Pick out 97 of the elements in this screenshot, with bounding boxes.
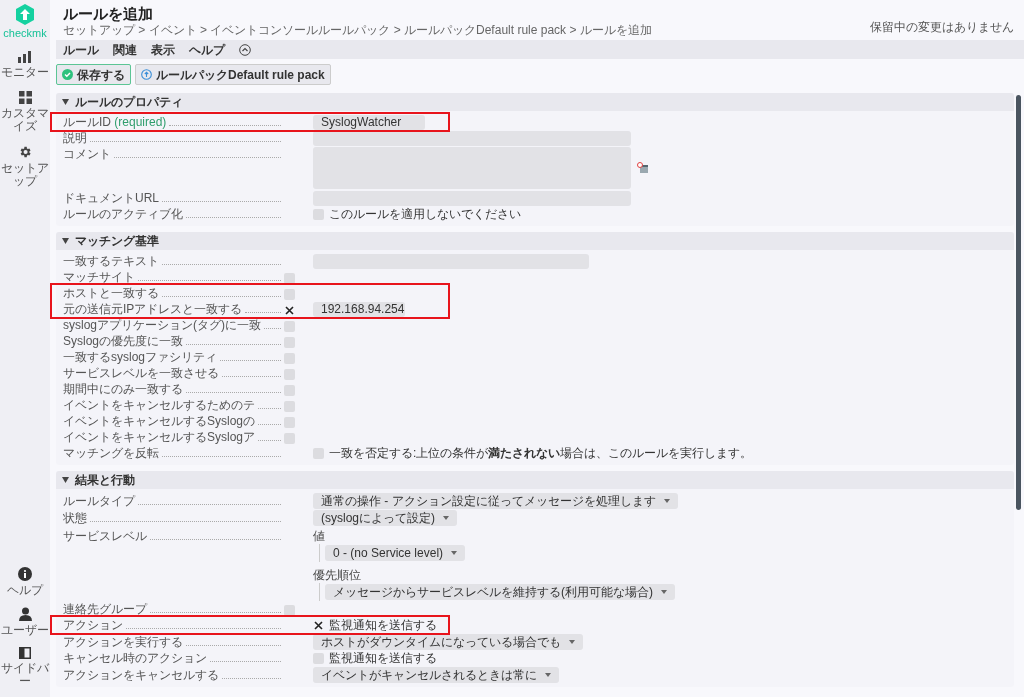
- menu-item[interactable]: 表示: [151, 40, 175, 59]
- field-label: イベントをキャンセルするためのテ: [63, 398, 255, 412]
- field-label: イベントをキャンセルするSyslogの: [63, 414, 256, 428]
- checkbox[interactable]: [284, 433, 295, 444]
- dropdown[interactable]: 通常の操作 - アクション設定に従ってメッセージを処理します: [313, 492, 678, 509]
- checkbox[interactable]: [313, 208, 324, 220]
- rule-pack-button[interactable]: ルールパックDefault rule pack: [135, 64, 331, 85]
- sub-label: 値: [313, 529, 325, 544]
- section-title: マッチング基準: [75, 234, 159, 248]
- menu-item[interactable]: 関連: [113, 40, 137, 59]
- nav-item[interactable]: モニター: [0, 47, 50, 82]
- caret-icon: [661, 590, 667, 594]
- checkbox[interactable]: [313, 619, 324, 631]
- collapse-icon[interactable]: [239, 43, 251, 56]
- checkbox[interactable]: [284, 417, 295, 428]
- field-label: 状態: [63, 510, 87, 525]
- checkbox[interactable]: [284, 353, 295, 364]
- dropdown[interactable]: (syslogによって設定): [313, 509, 457, 526]
- menu-item[interactable]: ルール: [63, 40, 99, 59]
- section-header[interactable]: マッチング基準: [56, 232, 1014, 250]
- nav-item[interactable]: カスタマイズ: [0, 87, 50, 136]
- up-arrow-icon: [141, 69, 152, 80]
- nav-item[interactable]: ヘルプ: [0, 564, 50, 600]
- caret-icon: [545, 672, 551, 677]
- check-icon: [62, 69, 73, 80]
- checkbox[interactable]: [284, 369, 295, 380]
- dropdown[interactable]: イベントがキャンセルされるときは常に: [313, 666, 559, 683]
- caret-icon: [443, 515, 449, 520]
- field-label: 連絡先グループ: [63, 602, 147, 616]
- checkbox[interactable]: [284, 337, 295, 348]
- checkbox-label: このルールを適用しないでください: [329, 207, 521, 221]
- field-label: サービスレベルを一致させる: [63, 366, 219, 380]
- checkbox[interactable]: [284, 305, 295, 316]
- nav-item[interactable]: ユーザー: [0, 604, 50, 640]
- page-title: ルールを追加: [63, 4, 154, 23]
- checkbox-label: 監視通知を送信する: [329, 618, 437, 632]
- sidebar-panel-icon: [19, 647, 31, 659]
- checkbox[interactable]: [284, 321, 295, 332]
- field-label: キャンセル時のアクション: [63, 651, 207, 665]
- field-label: マッチサイト: [63, 270, 135, 284]
- checkbox[interactable]: [284, 605, 295, 616]
- logo-icon: [15, 4, 35, 25]
- info-icon: [18, 567, 32, 581]
- field-label: アクション: [63, 618, 123, 632]
- sub-label: 優先順位: [313, 568, 361, 583]
- field-label: 一致するsyslogファシリティ: [63, 350, 217, 364]
- pending-changes: 保留中の変更はありません: [870, 19, 1014, 36]
- text-field[interactable]: SyslogWatcher: [313, 114, 425, 130]
- checkbox[interactable]: [284, 385, 295, 396]
- text-field[interactable]: [313, 130, 631, 146]
- caret-icon: [451, 551, 458, 555]
- checkbox[interactable]: [284, 401, 295, 412]
- breadcrumb: セットアップ > イベント > イベントコンソールルールパック > ルールパックDefault rule pack > ルールを追加: [63, 23, 652, 38]
- grid-icon: [18, 90, 32, 104]
- ip-field[interactable]: 192.168.94.254: [313, 301, 405, 317]
- field-label: syslogアプリケーション(タグ)に一致: [63, 318, 261, 332]
- bar-chart-icon: [18, 50, 32, 63]
- nav-item[interactable]: セットアップ: [0, 141, 50, 191]
- field-label: 期間中にのみ一致する: [63, 382, 183, 396]
- field-label: アクションをキャンセルする: [63, 667, 219, 682]
- field-label: ルールのアクティブ化: [63, 207, 183, 221]
- checkbox[interactable]: [313, 652, 324, 664]
- section-title: ルールのプロパティ: [75, 95, 183, 109]
- nav-item[interactable]: サイドバー: [0, 644, 50, 691]
- checkbox-label: 監視通知を送信する: [329, 651, 437, 665]
- dropdown[interactable]: ホストがダウンタイムになっている場合でも: [313, 633, 583, 650]
- dropdown[interactable]: 0 - (no Service level): [325, 545, 466, 561]
- field-label: ルールID (required): [63, 115, 167, 129]
- field-label: ホストと一致する: [63, 286, 159, 300]
- menu-item[interactable]: ヘルプ: [189, 40, 225, 59]
- checkbox[interactable]: [284, 273, 295, 284]
- field-label: 元の送信元IPアドレスと一致する: [63, 302, 243, 316]
- user-icon: [18, 607, 32, 621]
- checkbox[interactable]: [313, 447, 324, 459]
- field-label: 一致するテキスト: [63, 254, 159, 268]
- field-label: アクションを実行する: [63, 634, 183, 649]
- caret-icon: [569, 639, 575, 644]
- save-button[interactable]: 保存する: [56, 64, 131, 85]
- section-header[interactable]: ルールのプロパティ: [56, 93, 1014, 111]
- field-label: ドキュメントURL: [63, 191, 159, 205]
- field-label: ルールタイプ: [63, 493, 135, 508]
- field-label: コメント: [63, 147, 111, 161]
- field-label: サービスレベル: [63, 529, 147, 543]
- caret-icon: [663, 498, 670, 503]
- dropdown[interactable]: メッセージからサービスレベルを維持する(利用可能な場合): [325, 584, 675, 600]
- field-label: マッチングを反転: [63, 446, 159, 460]
- checkbox[interactable]: [284, 289, 295, 300]
- field-label: Syslogの優先度に一致: [63, 334, 184, 348]
- field-label: 説明: [63, 131, 87, 145]
- calendar-icon[interactable]: [637, 162, 648, 173]
- logo-text: checkmk: [3, 26, 47, 41]
- field-label: イベントをキャンセルするSyslogア: [63, 430, 256, 444]
- scrollbar[interactable]: [1016, 95, 1021, 510]
- section-header[interactable]: 結果と行動: [56, 471, 1014, 489]
- gear-icon: [18, 144, 32, 159]
- section-title: 結果と行動: [75, 473, 135, 487]
- checkbox-label: 一致を否定する:上位の条件が満たされない場合は、このルールを実行します。: [329, 446, 753, 460]
